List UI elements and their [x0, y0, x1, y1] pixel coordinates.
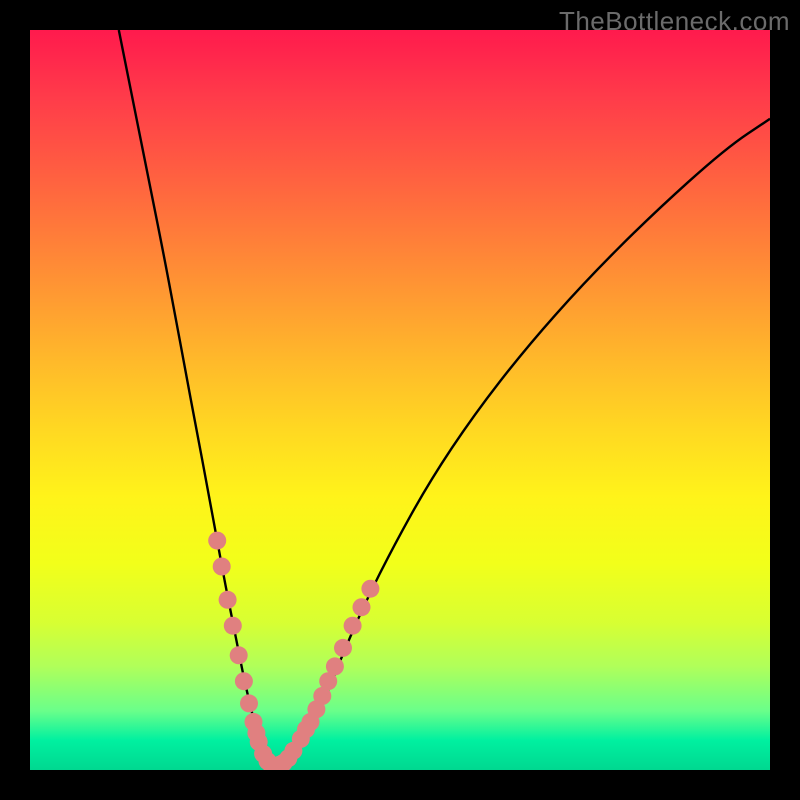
curve-line: [119, 30, 770, 766]
marker-group: [208, 532, 379, 770]
marker-dot: [230, 646, 248, 664]
plot-area: [30, 30, 770, 770]
marker-dot: [213, 558, 231, 576]
marker-dot: [208, 532, 226, 550]
marker-dot: [344, 617, 362, 635]
marker-dot: [361, 580, 379, 598]
chart-frame: TheBottleneck.com: [0, 0, 800, 800]
marker-dot: [353, 598, 371, 616]
marker-dot: [219, 591, 237, 609]
marker-dot: [326, 657, 344, 675]
chart-svg: [30, 30, 770, 770]
marker-dot: [334, 639, 352, 657]
marker-dot: [240, 694, 258, 712]
marker-dot: [224, 617, 242, 635]
marker-dot: [235, 672, 253, 690]
